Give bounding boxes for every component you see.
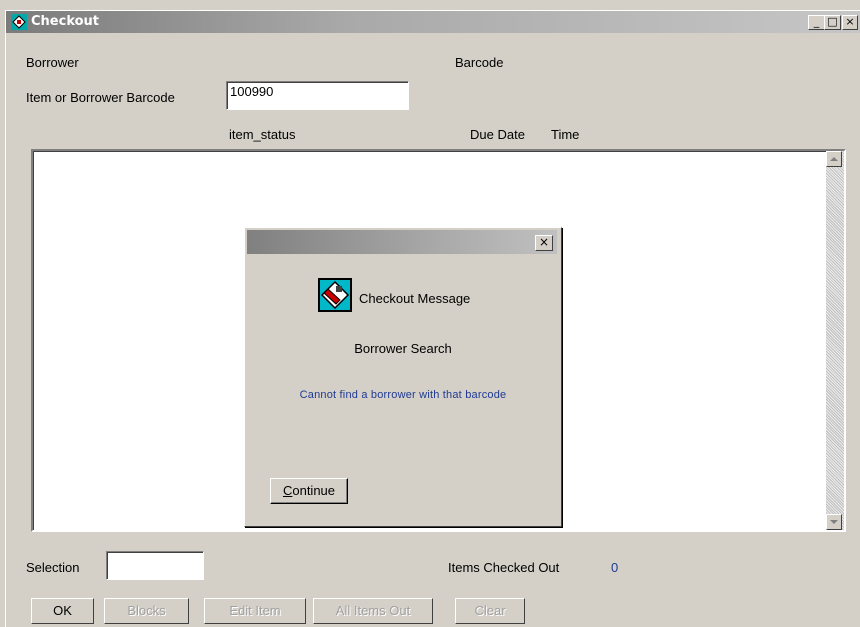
dialog-close-button[interactable]: × (535, 235, 553, 251)
continue-mnemonic: C (282, 483, 293, 498)
item-or-borrower-barcode-label: Item or Borrower Barcode (26, 90, 175, 105)
column-item-status: item_status (229, 127, 296, 142)
column-due-date: Due Date (470, 127, 525, 142)
arrow-up-icon (830, 157, 838, 161)
scroll-down-button[interactable] (826, 514, 842, 530)
window-title: Checkout (31, 14, 100, 29)
barcode-input[interactable]: 100990 (226, 81, 409, 110)
all-items-out-button[interactable]: All Items Out (313, 598, 433, 624)
edit-item-button[interactable]: Edit Item (204, 598, 306, 624)
selection-input[interactable] (106, 551, 204, 580)
dialog-subheading: Borrower Search (354, 341, 452, 356)
items-checked-out-count: 0 (611, 560, 619, 575)
continue-button[interactable]: Continue (270, 478, 348, 504)
barcode-label: Barcode (455, 55, 504, 70)
dialog-message: Cannot find a borrower with that barcode (299, 389, 507, 401)
clear-button[interactable]: Clear (455, 598, 525, 624)
maximize-button[interactable]: □ (824, 15, 841, 30)
dialog-title-bar[interactable]: × (247, 230, 557, 254)
title-bar[interactable]: Checkout _ □ × (6, 11, 860, 33)
checkout-message-icon (318, 278, 352, 312)
list-scrollbar[interactable] (826, 151, 844, 530)
app-icon (11, 14, 27, 30)
dialog-heading: Checkout Message (359, 291, 471, 306)
borrower-label: Borrower (26, 55, 79, 70)
selection-label: Selection (26, 560, 80, 575)
arrow-down-icon (830, 520, 838, 524)
ok-button[interactable]: OK (31, 598, 94, 624)
checkout-message-dialog: × Checkout Message Borrower Search Canno… (244, 227, 562, 527)
items-checked-out-label: Items Checked Out (448, 560, 560, 575)
continue-label: ontinue (292, 483, 336, 498)
scroll-up-button[interactable] (826, 151, 842, 167)
blocks-button[interactable]: Blocks (104, 598, 189, 624)
minimize-button[interactable]: _ (808, 15, 825, 30)
close-button[interactable]: × (842, 15, 858, 30)
column-time: Time (551, 127, 580, 142)
